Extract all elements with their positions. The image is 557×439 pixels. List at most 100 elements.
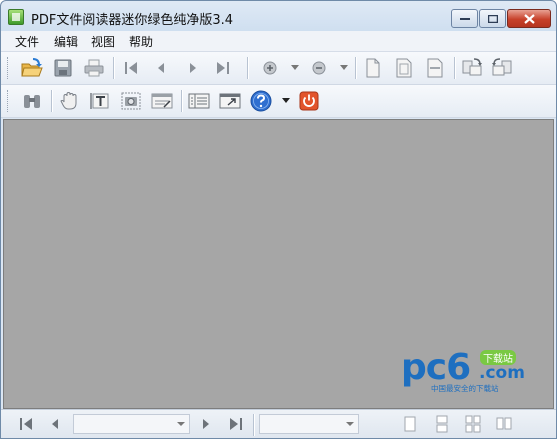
app-window: PDF文件阅读器迷你绿色纯净版3.4 文件 编辑 视图 帮助 pc6 下载站 .… bbox=[0, 0, 557, 439]
text-select-button[interactable] bbox=[89, 90, 111, 112]
maximize-icon bbox=[487, 14, 498, 23]
rotate-clockwise-icon bbox=[462, 58, 482, 76]
zoom-out-dropdown-icon[interactable] bbox=[340, 65, 348, 70]
fullscreen-button[interactable] bbox=[219, 90, 241, 112]
save-button[interactable] bbox=[52, 57, 74, 79]
fullscreen-icon bbox=[219, 93, 241, 109]
facing-continuous-mode-button[interactable] bbox=[462, 413, 484, 435]
menu-view[interactable]: 视图 bbox=[91, 33, 115, 50]
next-page-button[interactable] bbox=[182, 57, 204, 79]
maximize-button[interactable] bbox=[479, 9, 506, 28]
zoom-out-icon bbox=[312, 61, 326, 75]
first-page-button[interactable] bbox=[120, 57, 142, 79]
watermark-brand: pc6 bbox=[401, 347, 471, 388]
toolbar-separator bbox=[113, 57, 115, 79]
facing-mode-button[interactable] bbox=[493, 413, 515, 435]
single-page-mode-button[interactable] bbox=[399, 413, 421, 435]
main-toolbar bbox=[1, 52, 556, 85]
status-next-page-button[interactable] bbox=[195, 413, 217, 435]
page-width-icon bbox=[427, 58, 443, 78]
minimize-icon bbox=[459, 17, 470, 20]
facing-continuous-mode-icon bbox=[465, 415, 481, 433]
rotate-counterclockwise-icon bbox=[492, 58, 512, 76]
app-icon bbox=[8, 9, 24, 25]
binoculars-search-icon bbox=[24, 95, 40, 108]
print-icon bbox=[84, 59, 104, 77]
rotate-clockwise-button[interactable] bbox=[461, 57, 483, 79]
properties-icon bbox=[151, 93, 173, 109]
pc6-watermark: pc6 下载站 .com 中国最安全的下载站 bbox=[401, 347, 551, 397]
zoom-out-button[interactable] bbox=[308, 57, 330, 79]
snapshot-button[interactable] bbox=[120, 90, 142, 112]
first-page-icon bbox=[125, 62, 137, 74]
print-button[interactable] bbox=[83, 57, 105, 79]
open-button[interactable] bbox=[21, 57, 43, 79]
page-single-icon bbox=[366, 58, 380, 78]
title-bar[interactable]: PDF文件阅读器迷你绿色纯净版3.4 bbox=[1, 1, 556, 31]
zoom-in-button[interactable] bbox=[259, 57, 281, 79]
menu-edit[interactable]: 编辑 bbox=[54, 33, 78, 50]
save-disk-icon bbox=[54, 59, 72, 77]
help-dropdown-icon[interactable] bbox=[282, 98, 290, 103]
page-number-combo[interactable] bbox=[73, 414, 190, 434]
chevron-down-icon bbox=[177, 422, 185, 426]
close-icon bbox=[523, 13, 535, 24]
last-page-icon bbox=[217, 62, 229, 74]
exit-button[interactable] bbox=[298, 90, 320, 112]
toolbar-grip[interactable] bbox=[7, 90, 11, 112]
prev-page-icon bbox=[158, 63, 164, 73]
properties-button[interactable] bbox=[151, 90, 173, 112]
first-page-icon bbox=[20, 418, 32, 430]
watermark-domain: .com bbox=[479, 363, 525, 383]
toolbar-grip[interactable] bbox=[7, 57, 11, 79]
help-button[interactable] bbox=[250, 90, 272, 112]
toolbar-separator bbox=[51, 90, 53, 112]
continuous-mode-icon bbox=[436, 415, 448, 433]
toolbar-separator bbox=[355, 57, 357, 79]
menu-bar: 文件 编辑 视图 帮助 bbox=[1, 31, 556, 52]
find-button[interactable] bbox=[21, 90, 43, 112]
page-fit-icon bbox=[396, 58, 412, 78]
toolbar-separator bbox=[181, 90, 183, 112]
status-last-page-button[interactable] bbox=[225, 413, 247, 435]
window-title: PDF文件阅读器迷你绿色纯净版3.4 bbox=[31, 13, 234, 28]
status-prev-page-button[interactable] bbox=[44, 413, 66, 435]
help-icon bbox=[250, 90, 272, 112]
tools-toolbar bbox=[1, 85, 556, 118]
close-button[interactable] bbox=[507, 9, 551, 28]
text-select-icon bbox=[90, 93, 109, 109]
toolbar-separator bbox=[454, 57, 456, 79]
menu-help[interactable]: 帮助 bbox=[129, 33, 153, 50]
rotate-counterclockwise-button[interactable] bbox=[491, 57, 513, 79]
next-page-icon bbox=[190, 63, 196, 73]
bookmarks-panel-icon bbox=[188, 93, 210, 109]
hand-pan-icon bbox=[60, 91, 77, 110]
snapshot-camera-icon bbox=[121, 92, 141, 110]
minimize-button[interactable] bbox=[451, 9, 478, 28]
hand-tool-button[interactable] bbox=[58, 90, 80, 112]
watermark-tagline: 中国最安全的下载站 bbox=[431, 384, 499, 393]
next-page-icon bbox=[203, 419, 209, 429]
zoom-combo[interactable] bbox=[259, 414, 359, 434]
fit-width-button[interactable] bbox=[424, 57, 446, 79]
status-first-page-button[interactable] bbox=[15, 413, 37, 435]
menu-file[interactable]: 文件 bbox=[15, 33, 39, 50]
last-page-icon bbox=[230, 418, 242, 430]
continuous-mode-button[interactable] bbox=[431, 413, 453, 435]
toolbar-separator bbox=[247, 57, 249, 79]
power-exit-icon bbox=[299, 91, 319, 111]
navigation-bar bbox=[1, 409, 556, 438]
bookmarks-panel-button[interactable] bbox=[188, 90, 210, 112]
chevron-down-icon bbox=[346, 422, 354, 426]
zoom-in-dropdown-icon[interactable] bbox=[291, 65, 299, 70]
single-page-mode-icon bbox=[404, 416, 416, 432]
prev-page-button[interactable] bbox=[150, 57, 172, 79]
zoom-in-icon bbox=[263, 61, 277, 75]
last-page-button[interactable] bbox=[212, 57, 234, 79]
toolbar-separator bbox=[253, 414, 255, 436]
prev-page-icon bbox=[52, 419, 58, 429]
fit-page-button[interactable] bbox=[393, 57, 415, 79]
single-page-button[interactable] bbox=[362, 57, 384, 79]
open-folder-icon bbox=[21, 58, 43, 77]
facing-mode-icon bbox=[496, 417, 512, 430]
